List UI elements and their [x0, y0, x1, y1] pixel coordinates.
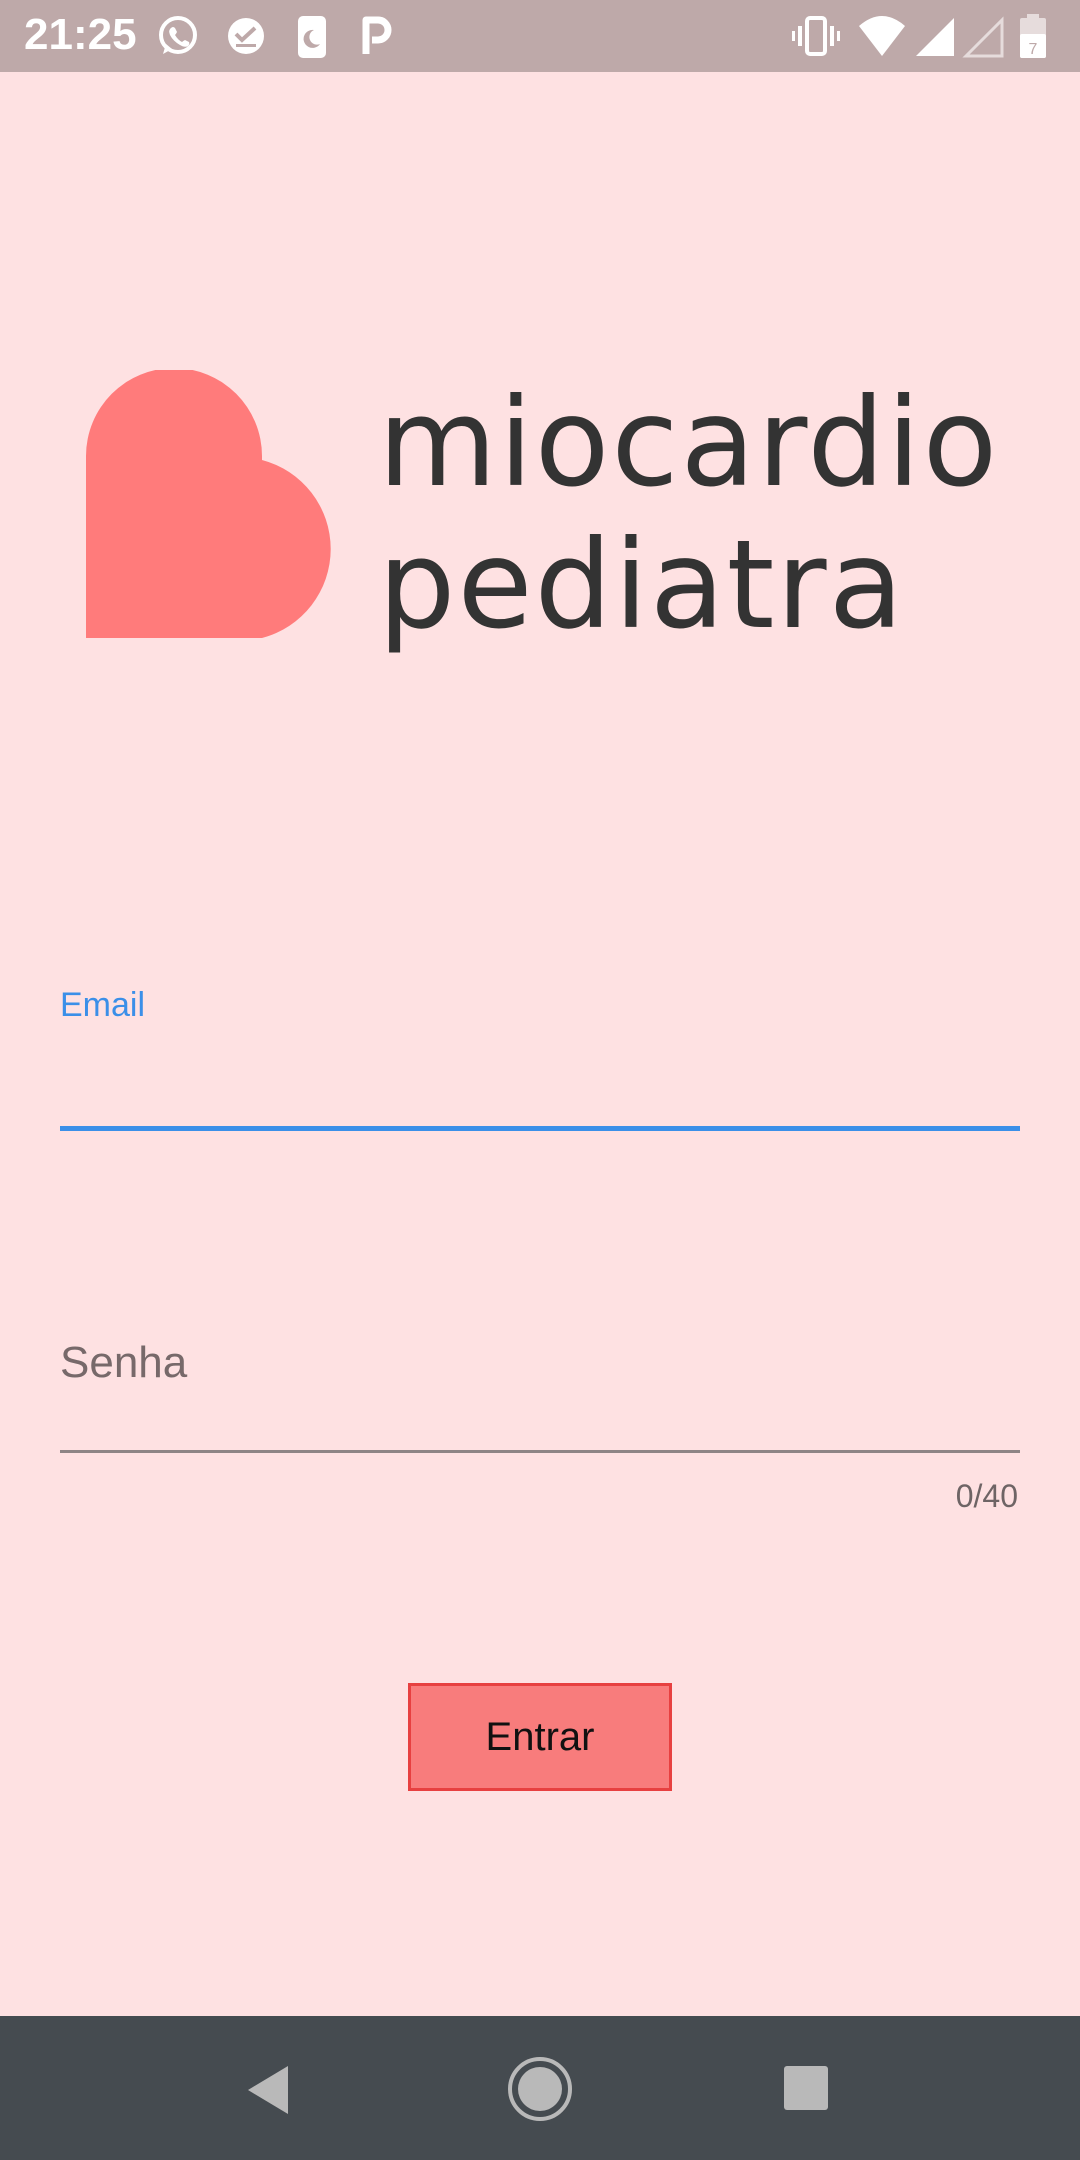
signal-empty-icon [962, 16, 1004, 58]
phone-moon-icon [298, 16, 326, 58]
logo-line-1: miocardio [378, 372, 1000, 514]
vibrate-icon [792, 16, 840, 56]
whatsapp-icon [159, 16, 197, 54]
back-icon[interactable] [240, 2060, 300, 2120]
password-field-underline [60, 1450, 1020, 1453]
heart-logo-icon [86, 370, 331, 638]
email-label: Email [60, 986, 146, 1024]
battery-icon: 7 [1020, 14, 1046, 58]
recent-apps-icon[interactable] [782, 2064, 830, 2112]
wifi-icon [859, 16, 905, 56]
app-logo-text: miocardio pediatra [378, 372, 999, 656]
password-char-counter: 0/40 [955, 1478, 1018, 1514]
login-button[interactable]: Entrar [408, 1683, 672, 1791]
login-button-label: Entrar [485, 1714, 595, 1759]
password-field[interactable] [60, 1320, 1020, 1450]
login-screen: 21:25 7 miocardio pediatra Email Senha 0… [0, 0, 1080, 2160]
status-bar: 21:25 7 [0, 0, 1080, 72]
status-time: 21:25 [24, 10, 137, 59]
battery-level: 7 [1029, 41, 1038, 58]
email-field[interactable] [60, 1040, 1020, 1130]
signal-icon [916, 18, 954, 56]
email-field-underline [60, 1126, 1020, 1131]
checkmark-icon [228, 18, 264, 54]
home-icon[interactable] [505, 2054, 575, 2124]
p-icon [362, 16, 392, 54]
logo-line-2: pediatra [378, 514, 906, 656]
